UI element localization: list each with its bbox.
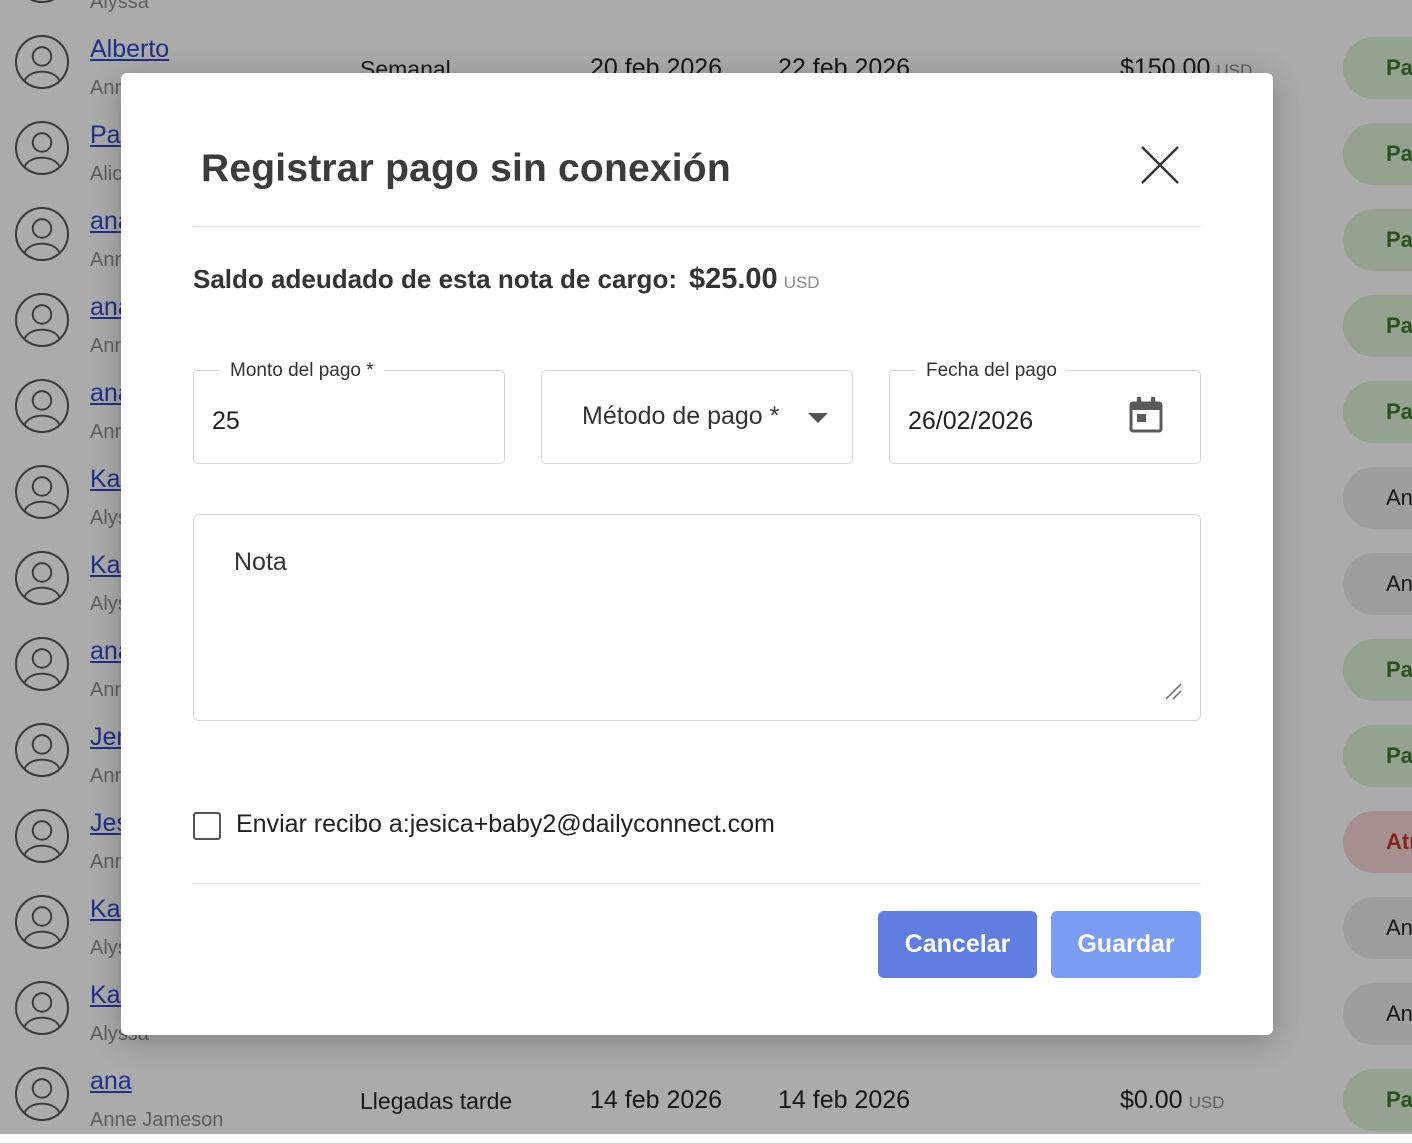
save-button[interactable]: Guardar — [1051, 911, 1201, 978]
note-placeholder: Nota — [234, 548, 287, 576]
dialog-title: Registrar pago sin conexión — [201, 147, 731, 190]
payment-date-field[interactable]: Fecha del pago 26/02/2026 — [889, 360, 1201, 464]
send-receipt-label[interactable]: Enviar recibo a:jesica+baby2@dailyconnec… — [236, 810, 775, 839]
note-textarea[interactable]: Nota — [193, 514, 1201, 721]
cancel-button[interactable]: Cancelar — [878, 911, 1037, 978]
payment-method-placeholder: Método de pago * — [582, 402, 780, 430]
payment-date-label: Fecha del pago — [916, 360, 1067, 382]
balance-currency: USD — [783, 273, 820, 292]
payment-amount-value[interactable]: 25 — [212, 407, 240, 436]
caret-down-icon — [808, 413, 828, 423]
offline-payment-dialog: Registrar pago sin conexión Saldo adeuda… — [121, 73, 1273, 1035]
resize-handle-icon[interactable] — [1164, 682, 1182, 700]
footer-divider — [193, 883, 1201, 884]
balance-amount: $25.00 — [688, 263, 778, 295]
header-divider — [193, 226, 1201, 227]
calendar-icon[interactable] — [1126, 395, 1166, 435]
balance-due: Saldo adeudado de esta nota de cargo: $25… — [193, 263, 820, 296]
send-receipt-checkbox[interactable] — [193, 812, 221, 840]
payment-amount-field[interactable]: Monto del pago * 25 — [193, 360, 505, 464]
close-button[interactable] — [1136, 141, 1184, 189]
balance-label: Saldo adeudado de esta nota de cargo: — [193, 264, 677, 294]
payment-amount-label: Monto del pago * — [220, 360, 384, 382]
payment-method-select[interactable]: Método de pago * — [541, 370, 853, 464]
payment-date-value[interactable]: 26/02/2026 — [908, 407, 1033, 436]
close-icon — [1141, 146, 1179, 184]
